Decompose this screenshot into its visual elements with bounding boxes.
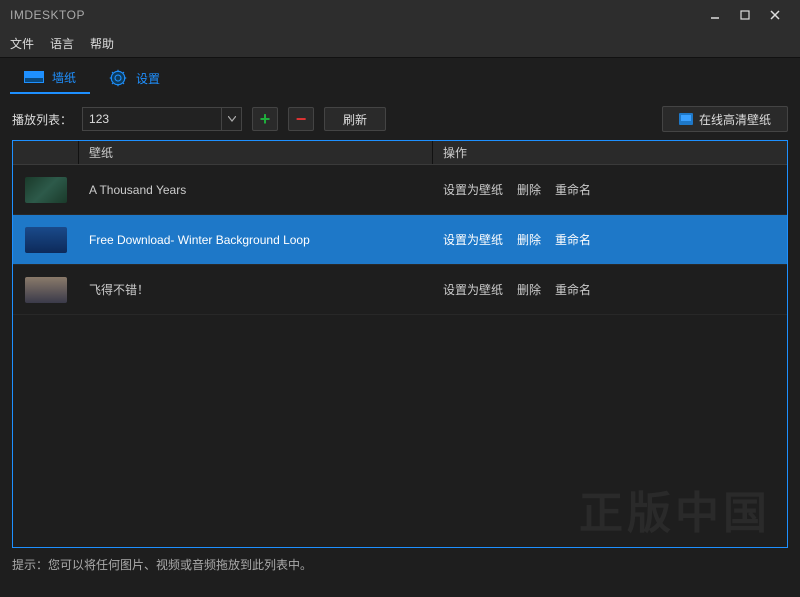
tab-wallpaper-label: 墙纸 [52,69,76,86]
op-set-wallpaper[interactable]: 设置为壁纸 [443,281,503,298]
table-row[interactable]: Free Download- Winter Background Loop 设置… [13,215,787,265]
add-playlist-button[interactable]: + [252,107,278,131]
row-name: 飞得不错！ [79,281,433,298]
menu-file[interactable]: 文件 [10,35,34,52]
table-body: A Thousand Years 设置为壁纸 删除 重命名 Free Downl… [13,165,787,315]
online-hd-wallpaper-button[interactable]: 在线高清壁纸 [662,106,788,132]
remove-playlist-button[interactable]: − [288,107,314,131]
tabbar: 墙纸 设置 [0,58,800,98]
row-thumb [13,165,79,215]
row-name: A Thousand Years [79,183,433,197]
toolbar: 播放列表： 123 + − 刷新 在线高清壁纸 [0,98,800,140]
menubar: 文件 语言 帮助 [0,30,800,58]
op-delete[interactable]: 删除 [517,181,541,198]
op-delete[interactable]: 删除 [517,231,541,248]
op-delete[interactable]: 删除 [517,281,541,298]
chevron-down-icon [221,108,241,130]
thumbnail-image [25,227,67,253]
playlist-selected: 123 [89,112,109,126]
thumbnail-image [25,177,67,203]
thumbnail-image [25,277,67,303]
minus-icon: − [296,110,307,128]
playlist-combo[interactable]: 123 [82,107,242,131]
watermark: 正版中国 [579,477,771,541]
row-ops: 设置为壁纸 删除 重命名 [433,281,787,298]
wallpaper-table: 壁纸 操作 A Thousand Years 设置为壁纸 删除 重命名 Free… [12,140,788,548]
table-row[interactable]: A Thousand Years 设置为壁纸 删除 重命名 [13,165,787,215]
wallpaper-icon [679,113,693,125]
window-title: IMDESKTOP [10,8,700,22]
table-header: 壁纸 操作 [13,141,787,165]
gear-icon [108,71,128,85]
row-ops: 设置为壁纸 删除 重命名 [433,231,787,248]
row-name: Free Download- Winter Background Loop [79,233,433,247]
row-thumb [13,265,79,315]
op-set-wallpaper[interactable]: 设置为壁纸 [443,181,503,198]
menu-help[interactable]: 帮助 [90,35,114,52]
maximize-button[interactable] [730,0,760,30]
plus-icon: + [260,110,271,128]
refresh-button[interactable]: 刷新 [324,107,386,131]
table-row[interactable]: 飞得不错！ 设置为壁纸 删除 重命名 [13,265,787,315]
op-set-wallpaper[interactable]: 设置为壁纸 [443,231,503,248]
row-ops: 设置为壁纸 删除 重命名 [433,181,787,198]
monitor-icon [24,70,44,84]
minimize-button[interactable] [700,0,730,30]
menu-language[interactable]: 语言 [50,35,74,52]
tab-wallpaper[interactable]: 墙纸 [10,63,90,94]
statusbar-hint: 提示：您可以将任何图片、视频或音频拖放到此列表中。 [0,548,800,581]
playlist-label: 播放列表： [12,111,72,128]
header-thumb [13,141,79,164]
op-rename[interactable]: 重命名 [555,181,591,198]
op-rename[interactable]: 重命名 [555,281,591,298]
close-button[interactable] [760,0,790,30]
header-name[interactable]: 壁纸 [79,141,433,164]
header-ops[interactable]: 操作 [433,141,787,164]
tab-settings-label: 设置 [136,70,160,87]
tab-settings[interactable]: 设置 [94,64,174,93]
row-thumb [13,215,79,265]
op-rename[interactable]: 重命名 [555,231,591,248]
titlebar: IMDESKTOP [0,0,800,30]
